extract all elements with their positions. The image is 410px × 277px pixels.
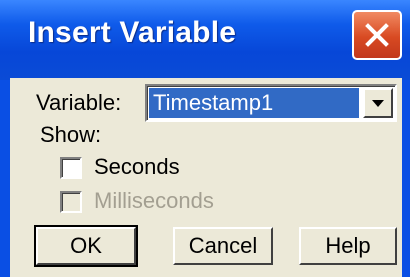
show-label: Show: (40, 122, 102, 147)
variable-selected-value: Timestamp1 (149, 88, 359, 118)
milliseconds-checkbox[interactable] (60, 191, 82, 213)
close-icon (365, 23, 389, 47)
dialog-title: Insert Variable (28, 16, 237, 49)
chevron-down-icon (372, 100, 384, 107)
seconds-checkbox[interactable] (60, 157, 82, 179)
close-button[interactable] (352, 10, 402, 60)
seconds-label[interactable]: Seconds (94, 154, 180, 180)
title-bar[interactable]: Insert Variable (0, 0, 410, 80)
dropdown-button[interactable] (363, 88, 393, 118)
variable-dropdown[interactable]: Timestamp1 (145, 84, 397, 122)
cancel-button[interactable]: Cancel (173, 227, 273, 265)
dialog-body: Variable: Timestamp1 Show: Seconds Milli… (10, 78, 402, 277)
variable-label: Variable: (36, 90, 122, 115)
insert-variable-dialog: Insert Variable Variable: Timestamp1 Sho… (0, 0, 410, 277)
help-button[interactable]: Help (299, 227, 397, 265)
ok-button[interactable]: OK (34, 225, 138, 267)
milliseconds-label: Milliseconds (94, 188, 214, 213)
